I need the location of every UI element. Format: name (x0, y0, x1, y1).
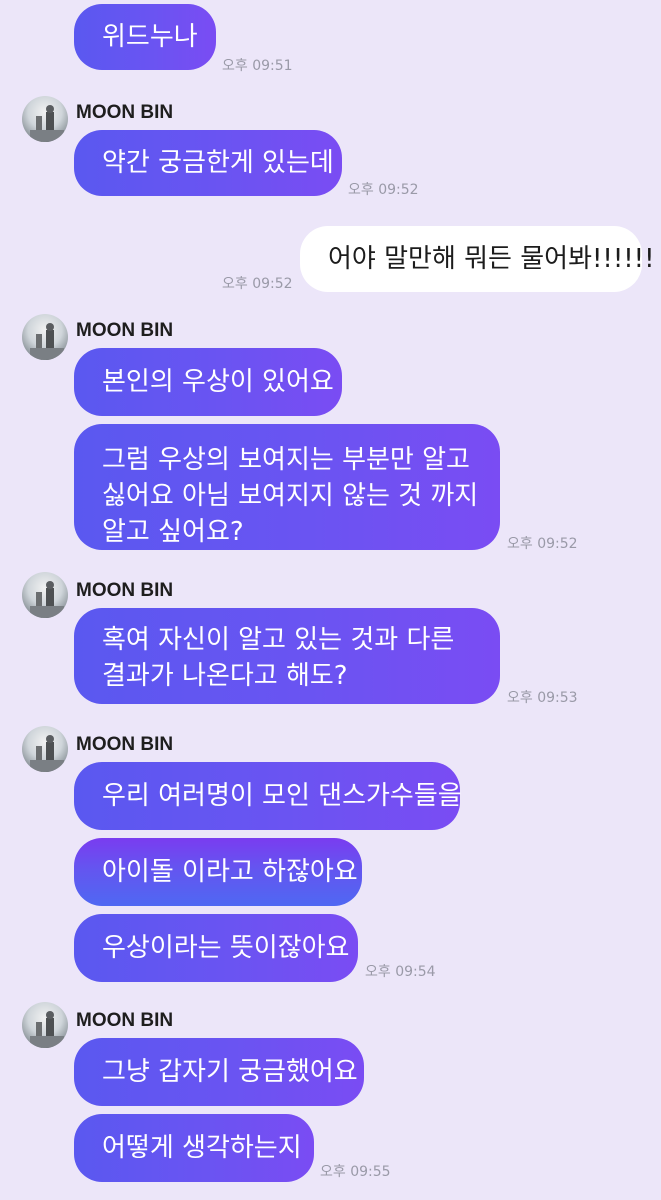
message-timestamp: 오후 09:55 (320, 1164, 391, 1180)
message-bubble[interactable]: 우리 여러명이 모인 댄스가수들을 (74, 762, 462, 830)
message-text: 우상이라는 뜻이잖아요 (102, 933, 350, 963)
message-bubble[interactable]: 약간 궁금한게 있는데 (74, 130, 342, 196)
sender-name: MOON BIN (76, 320, 174, 341)
avatar[interactable] (22, 726, 68, 772)
my-message-bubble[interactable]: 어야 말만해 뭐든 물어봐!!!!!! (300, 226, 655, 292)
message-text: 약간 궁금한게 있는데 (102, 148, 334, 178)
avatar[interactable] (22, 572, 68, 618)
message-bubble[interactable]: 그냥 갑자기 궁금했어요 (74, 1038, 364, 1106)
message-text: 우리 여러명이 모인 댄스가수들을 (102, 781, 462, 811)
avatar[interactable] (22, 96, 68, 142)
message-bubble[interactable]: 우상이라는 뜻이잖아요 (74, 914, 358, 982)
message-line: 알고 싶어요? (102, 517, 244, 547)
message-timestamp: 오후 09:52 (348, 182, 419, 198)
avatar[interactable] (22, 1002, 68, 1048)
message-bubble[interactable]: 혹여 자신이 알고 있는 것과 다른 결과가 나온다고 해도? (74, 608, 500, 704)
message-text: 어야 말만해 뭐든 물어봐!!!!!! (328, 244, 655, 274)
message-text: 어떻게 생각하는지 (102, 1133, 302, 1163)
message-bubble[interactable]: 그럼 우상의 보여지는 부분만 알고 싫어요 아님 보여지지 않는 것 까지 알… (74, 424, 500, 550)
avatar[interactable] (22, 314, 68, 360)
sender-name: MOON BIN (76, 102, 174, 123)
message-line: 결과가 나온다고 해도? (102, 661, 348, 691)
avatar-image (30, 105, 64, 142)
avatar-image (30, 735, 64, 772)
sender-name: MOON BIN (76, 580, 174, 601)
message-bubble[interactable]: 본인의 우상이 있어요 (74, 348, 342, 416)
avatar-image (30, 1011, 64, 1048)
message-bubble[interactable]: 아이돌 이라고 하잖아요 (74, 838, 362, 906)
message-bubble[interactable]: 어떻게 생각하는지 (74, 1114, 314, 1182)
message-text: 그냥 갑자기 궁금했어요 (102, 1057, 358, 1087)
message-text: 아이돌 이라고 하잖아요 (102, 857, 358, 887)
message-timestamp: 오후 09:54 (365, 964, 436, 980)
message-text: 혹여 자신이 알고 있는 것과 다른 결과가 나온다고 해도? (102, 622, 454, 694)
avatar-image (30, 581, 64, 618)
message-timestamp: 오후 09:51 (222, 58, 293, 74)
avatar-image (30, 323, 64, 360)
message-line: 싫어요 아님 보여지지 않는 것 까지 (102, 481, 479, 511)
message-line: 혹여 자신이 알고 있는 것과 다른 (102, 625, 455, 655)
message-timestamp: 오후 09:53 (507, 690, 578, 706)
message-timestamp: 오후 09:52 (222, 276, 293, 292)
sender-name: MOON BIN (76, 1010, 174, 1031)
message-bubble[interactable]: 위드누나 (74, 4, 216, 70)
message-line: 그럼 우상의 보여지는 부분만 알고 (102, 445, 470, 475)
message-text: 본인의 우상이 있어요 (102, 367, 334, 397)
message-text: 위드누나 (102, 22, 198, 52)
sender-name: MOON BIN (76, 734, 174, 755)
message-timestamp: 오후 09:52 (507, 536, 578, 552)
message-text: 그럼 우상의 보여지는 부분만 알고 싫어요 아님 보여지지 않는 것 까지 알… (102, 442, 478, 550)
